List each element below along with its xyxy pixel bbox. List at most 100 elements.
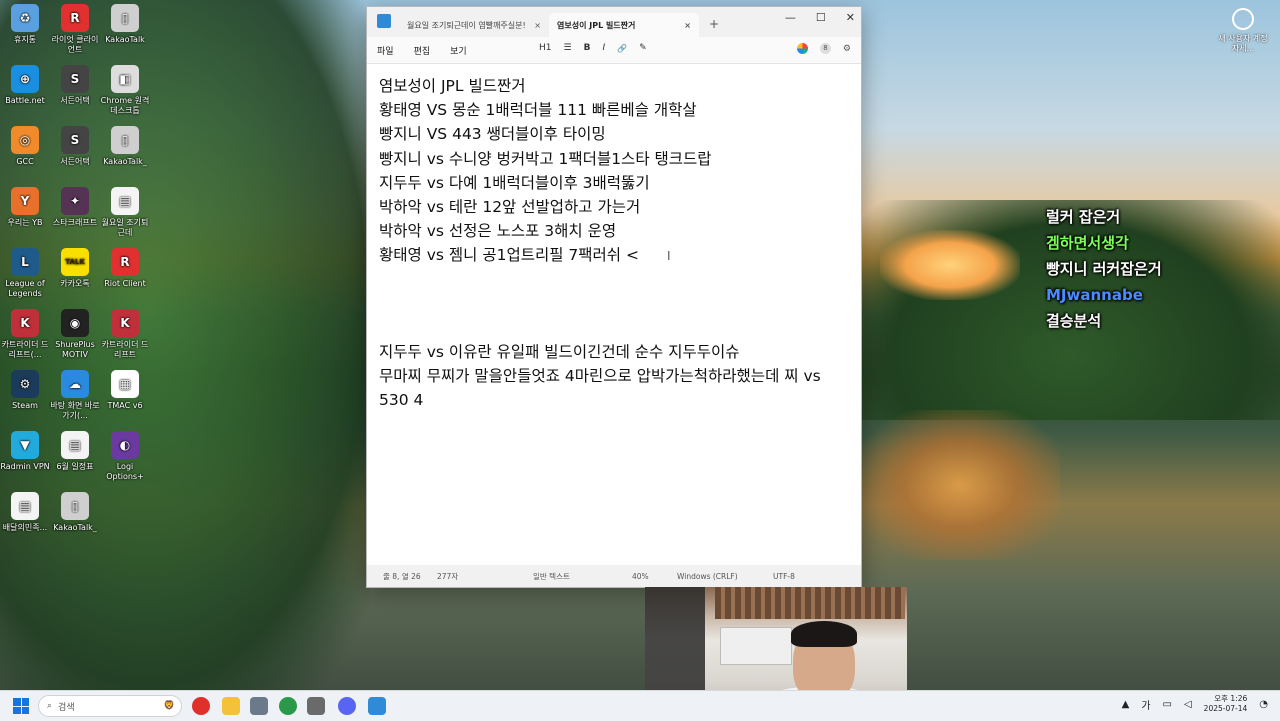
network-icon[interactable]: ▭ xyxy=(1163,699,1172,710)
webcam-monitor xyxy=(720,627,792,665)
start-button[interactable] xyxy=(13,698,29,714)
notepad-window: 월요일 조기퇴근데이 염빨깨주실분! × 염보성이 JPL 빌드짠거 × + —… xyxy=(366,6,862,588)
tray-expand-icon[interactable]: ▲ xyxy=(1122,699,1130,710)
desktop-icon[interactable]: K 카트라이더 드리프트 xyxy=(98,309,152,360)
menu-edit[interactable]: 편집 xyxy=(414,44,431,57)
desktop-app-icon: S xyxy=(61,126,89,154)
settings-gear-icon[interactable]: ⚙ xyxy=(843,44,851,54)
desktop-icon-label: KakaoTalk_ xyxy=(103,157,147,166)
desktop-icon-label: 스타크래프트 xyxy=(52,218,98,227)
desktop-icon[interactable]: ◧ Chrome 원격 데스크톱 xyxy=(98,65,152,116)
wallpaper-sunset xyxy=(880,230,1020,300)
desktop-icon-label: 카트라이더 드리프트(... xyxy=(1,340,49,359)
file-explorer-icon[interactable] xyxy=(222,697,240,715)
desktop-icon[interactable]: S 서든어택 xyxy=(48,65,102,106)
tab-close-icon[interactable]: × xyxy=(684,21,691,30)
desktop-icon[interactable]: ♻ 휴지통 xyxy=(0,4,52,45)
desktop-icon[interactable]: R Riot Client xyxy=(98,248,152,289)
desktop-icon[interactable]: ▼ Radmin VPN xyxy=(0,431,52,472)
format-toolbar: H1 ☰ B I 🔗 ✎ xyxy=(539,43,647,53)
tab-close-icon[interactable]: × xyxy=(534,21,541,30)
text-line xyxy=(379,316,849,340)
system-tray: ▲ 가 ▭ ◁ 오후 1:26 2025-07-14 ◔ xyxy=(1122,694,1268,714)
line-ending[interactable]: Windows (CRLF) xyxy=(677,572,738,581)
taskbar-search[interactable]: ⌕ 검색 🦁 xyxy=(38,695,182,717)
desktop-icon[interactable]: ▤ 월요일 조기퇴근데 xyxy=(98,187,152,238)
desktop-icon[interactable]: K 카트라이더 드리프트(... xyxy=(0,309,52,360)
text-line: 황태영 vs 젬니 공1업트리필 7팩러쉬 < I xyxy=(379,243,849,267)
desktop-app-icon: K xyxy=(11,309,39,337)
desktop-icon[interactable]: L League of Legends xyxy=(0,248,52,299)
wallpaper-water-reflection xyxy=(860,410,1060,560)
link-icon[interactable]: 🔗 xyxy=(617,44,627,53)
stream-chat-overlay: 럴커 잡은거 겜하면서생각 빵지니 러커잡은거 MJwannabe 결승분석 xyxy=(1046,204,1162,334)
notepad-icon[interactable] xyxy=(368,697,386,715)
desktop-icon[interactable]: ▤ 6월 일정표 xyxy=(48,431,102,472)
encoding[interactable]: UTF-8 xyxy=(773,572,795,581)
desktop-icon[interactable]: ▯ KakaoTalk xyxy=(98,4,152,45)
desktop-icon[interactable]: S 서든어택 xyxy=(48,126,102,167)
desktop-app-icon: ⚙ xyxy=(11,370,39,398)
desktop-app-icon: ♻ xyxy=(11,4,39,32)
bold-button[interactable]: B xyxy=(584,43,591,53)
zoom-level[interactable]: 40% xyxy=(632,572,649,581)
desktop-app-icon: ⊕ xyxy=(11,65,39,93)
tab-jpl-build[interactable]: 염보성이 JPL 빌드짠거 × xyxy=(549,13,699,37)
ime-indicator[interactable]: 가 xyxy=(1141,697,1150,712)
desktop-app-icon: ◎ xyxy=(11,126,39,154)
text-line: 염보성이 JPL 빌드짠거 xyxy=(379,74,849,98)
menu-view[interactable]: 보기 xyxy=(450,44,467,57)
desktop-icon[interactable]: ☁ 바탕 화면 바로 가기(... xyxy=(48,370,102,421)
notepad-text-editor[interactable]: 염보성이 JPL 빌드짠거 황태영 VS 몽순 1배럭더블 111 빠른베슬 개학… xyxy=(367,64,861,423)
desktop-icon-label: Radmin VPN xyxy=(0,462,50,471)
desktop-icon[interactable]: Y 우리는 YB xyxy=(0,187,52,228)
maximize-button[interactable]: ☐ xyxy=(816,11,826,24)
desktop-icon-label: 월요일 조기퇴근데 xyxy=(101,218,149,237)
clear-format-icon[interactable]: ✎ xyxy=(639,43,647,53)
desktop-icon[interactable]: ⚙ Steam xyxy=(0,370,52,411)
menu-file[interactable]: 파일 xyxy=(377,44,394,57)
desktop-icon[interactable]: ⊕ Battle.net xyxy=(0,65,52,106)
desktop-icon[interactable]: ▯ KakaoTalk_ xyxy=(48,492,102,533)
minimize-button[interactable]: — xyxy=(785,11,796,24)
youtube-music-icon[interactable] xyxy=(192,697,210,715)
chrome-icon[interactable] xyxy=(279,697,297,715)
close-button[interactable]: ✕ xyxy=(846,11,855,24)
desktop-icon[interactable]: TALK 카카오톡 xyxy=(48,248,102,289)
volume-icon[interactable]: ◁ xyxy=(1184,699,1192,710)
desktop-icon[interactable]: ▦ TMAC v6 xyxy=(98,370,152,411)
desktop-icon-label: KakaoTalk xyxy=(105,35,145,44)
desktop-icon[interactable]: ▯ KakaoTalk_ xyxy=(98,126,152,167)
user-account-shortcut[interactable]: 새 사용자 계정 자세... xyxy=(1218,8,1268,54)
italic-button[interactable]: I xyxy=(602,43,605,53)
notification-icon[interactable]: ◔ xyxy=(1259,699,1268,710)
desktop-icon[interactable]: ◐ Logi Options+ xyxy=(98,431,152,482)
desktop-icon[interactable]: R 라이엇 클라이언트 xyxy=(48,4,102,55)
text-line: 지두두 vs 이유란 유일패 빌드이긴건데 순수 지두두이슈 xyxy=(379,340,849,364)
desktop-icon-label: GCC xyxy=(16,157,34,166)
mail-icon[interactable] xyxy=(250,697,268,715)
list-icon[interactable]: ☰ xyxy=(564,43,572,53)
search-placeholder: 검색 xyxy=(58,702,75,713)
text-line: 지두두 vs 다예 1배럭더블이후 3배럭뚫기 xyxy=(379,171,849,195)
desktop-icon[interactable]: ✦ 스타크래프트 xyxy=(48,187,102,228)
desktop-icon[interactable]: ▤ 배달의민족... xyxy=(0,492,52,533)
desktop-icon[interactable]: ◎ GCC xyxy=(0,126,52,167)
desktop-icon-label: League of Legends xyxy=(5,279,45,298)
tab-monday-early-leave[interactable]: 월요일 조기퇴근데이 염빨깨주실분! × xyxy=(399,13,549,37)
desktop-icon-label: 카트라이더 드리프트 xyxy=(101,340,149,359)
desktop-icon[interactable]: ◉ ShurePlus MOTIV xyxy=(48,309,102,360)
settings-icon[interactable] xyxy=(307,697,325,715)
new-tab-button[interactable]: + xyxy=(709,17,719,31)
desktop-app-icon: ▯ xyxy=(111,4,139,32)
desktop-app-icon: S xyxy=(61,65,89,93)
desktop-app-icon: ✦ xyxy=(61,187,89,215)
text-line: 무마찌 무찌가 말을안들엇죠 4마린으로 압박가는척하라했는데 찌 vs 530… xyxy=(379,364,849,412)
discord-icon[interactable] xyxy=(338,697,356,715)
chat-message: 빵지니 러커잡은거 xyxy=(1046,260,1162,278)
desktop-icon-label: 서든어택 xyxy=(60,157,90,166)
heading-dropdown[interactable]: H1 xyxy=(539,43,552,53)
copilot-icon[interactable] xyxy=(796,43,808,54)
account-badge[interactable]: 8 xyxy=(819,43,831,54)
taskbar-clock[interactable]: 오후 1:26 2025-07-14 xyxy=(1204,694,1248,714)
